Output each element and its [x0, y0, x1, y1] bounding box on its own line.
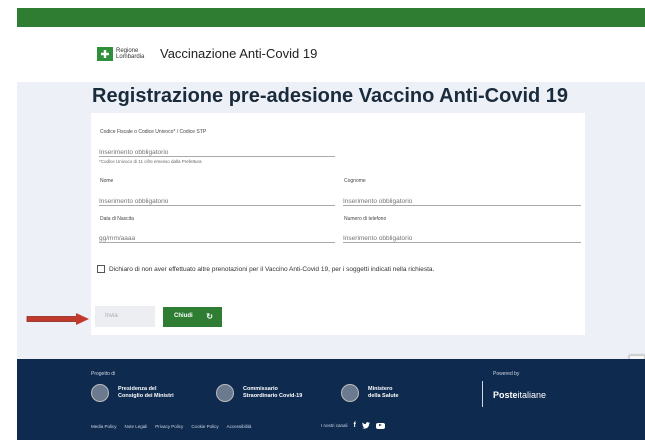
org-line2: Consiglio dei Ministri — [118, 393, 174, 399]
app-title: Vaccinazione Anti-Covid 19 — [160, 46, 318, 61]
org-line1: Ministero — [368, 386, 393, 392]
codice-fiscale-input[interactable] — [99, 149, 335, 156]
ministero-emblem-icon — [341, 384, 359, 402]
twitter-icon[interactable] — [361, 422, 370, 429]
footer-link-privacy-policy[interactable]: Privacy Policy — [155, 424, 183, 429]
codice-hint: *Codice Univoco di 11 cifre emesso dalla… — [99, 159, 202, 164]
powered-by-label: Powered by — [493, 371, 520, 377]
chiudi-label: Chiudi — [174, 313, 193, 319]
dichiarazione-checkbox[interactable] — [97, 265, 105, 273]
org-line1: Commissario — [243, 386, 278, 392]
reload-icon: ↻ — [206, 312, 213, 321]
nome-input[interactable] — [99, 198, 335, 205]
poste-light: italiane — [517, 390, 547, 400]
footer-link-note-legali[interactable]: Note Legali — [125, 424, 148, 429]
footer-org-ministero[interactable]: Ministero della Salute — [341, 384, 399, 402]
site-footer: Progetto di Presidenza del Consiglio dei… — [17, 359, 645, 440]
presidenza-emblem-icon — [91, 384, 109, 402]
footer-link-media-policy[interactable]: Media Policy — [91, 424, 117, 429]
nome-label: Nome — [100, 178, 114, 184]
footer-links: Media Policy Note Legali Privacy Policy … — [91, 424, 259, 429]
site-header: Regione Lombardia Vaccinazione Anti-Covi… — [17, 27, 645, 82]
top-green-bar — [17, 8, 645, 27]
registration-form-card: Codice Fiscale o Codice Univoco* / Codic… — [91, 113, 585, 335]
data-nascita-field-wrap — [99, 227, 335, 243]
telefono-label: Numero di telefono — [344, 216, 387, 222]
footer-divider — [482, 381, 483, 407]
facebook-icon[interactable]: f — [354, 422, 356, 429]
cognome-field-wrap — [343, 190, 581, 206]
poste-bold: Poste — [493, 390, 518, 400]
org-line2: della Salute — [368, 393, 399, 399]
footer-link-accessibilita[interactable]: Accessibilità — [227, 424, 252, 429]
logo-line2: Lombardia — [116, 54, 145, 60]
footer-link-cookie-policy[interactable]: Cookie Policy — [191, 424, 218, 429]
page-title: Registrazione pre-adesione Vaccino Anti-… — [92, 85, 569, 107]
data-nascita-label: Data di Nascita — [100, 216, 134, 222]
poste-italiane-logo[interactable]: Posteitaliane — [493, 390, 546, 400]
org-line1: Presidenza del — [118, 386, 157, 392]
cognome-label: Cognome — [344, 178, 366, 184]
red-arrow-annotation — [26, 313, 89, 325]
telefono-field-wrap — [343, 227, 581, 243]
data-nascita-input[interactable] — [99, 235, 335, 242]
chiudi-button[interactable]: Chiudi ↻ — [163, 307, 222, 327]
regione-lombardia-logo[interactable]: Regione Lombardia — [97, 47, 144, 61]
invia-button[interactable]: Invia — [95, 306, 155, 327]
channels-label: I nostri canali — [321, 423, 348, 428]
footer-org-commissario[interactable]: Commissario Straordinario Covid-19 — [216, 384, 302, 402]
lombardia-cross-icon — [97, 47, 113, 61]
youtube-icon[interactable] — [375, 422, 385, 429]
codice-label: Codice Fiscale o Codice Univoco* / Codic… — [100, 129, 207, 135]
telefono-input[interactable] — [343, 235, 581, 242]
org-line2: Straordinario Covid-19 — [243, 393, 303, 399]
nome-field-wrap — [99, 190, 335, 206]
cognome-input[interactable] — [343, 198, 581, 205]
codice-field-wrap — [99, 141, 335, 157]
footer-org-presidenza[interactable]: Presidenza del Consiglio dei Ministri — [91, 384, 174, 402]
dichiarazione-label: Dichiaro di non aver effettuato altre pr… — [109, 266, 435, 273]
commissario-emblem-icon — [216, 384, 234, 402]
progetto-label: Progetto di — [91, 371, 116, 377]
social-channels: I nostri canali f — [321, 422, 385, 429]
